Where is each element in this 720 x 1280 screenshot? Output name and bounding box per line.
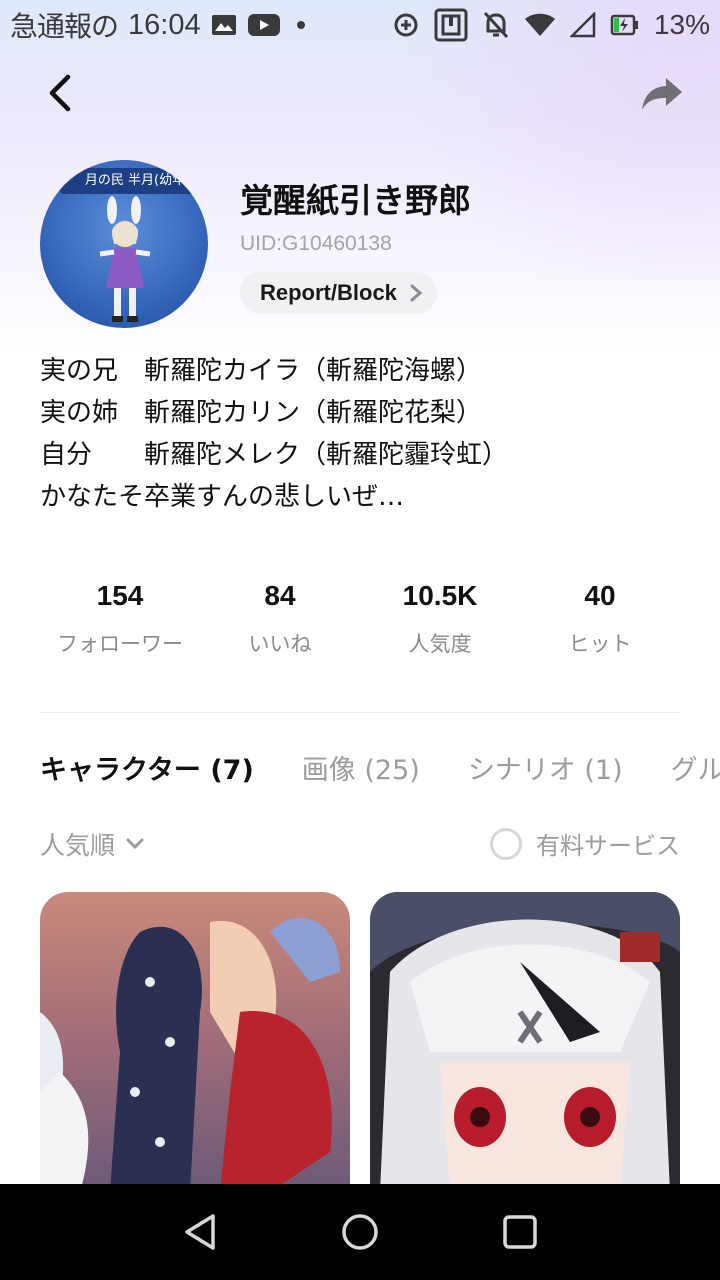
nfc-icon [434, 8, 468, 42]
status-notification-text: 急通報の [10, 10, 119, 43]
mute-bell-icon [482, 10, 510, 40]
data-saver-icon [392, 11, 420, 39]
gallery-icon [211, 14, 237, 36]
dot-icon [291, 15, 311, 35]
chevron-left-icon [49, 74, 71, 112]
status-time: 16:04 [128, 8, 201, 41]
wifi-icon [524, 12, 556, 38]
stat-followers[interactable]: 154 フォローワー [40, 574, 200, 658]
profile-stats: 154 フォローワー 84 いいね 10.5K 人気度 40 ヒット [40, 574, 680, 658]
profile-username: 覚醒紙引き野郎 [240, 181, 471, 220]
nav-back-button[interactable] [170, 1202, 230, 1262]
stat-label: フォローワー [57, 632, 183, 656]
character-card-image [370, 892, 680, 1192]
youtube-icon [247, 13, 281, 37]
system-navigation-bar [0, 1184, 720, 1280]
character-card[interactable] [370, 892, 680, 1192]
stat-value: 40 [584, 580, 616, 611]
paid-service-filter[interactable]: 有料サービス [490, 826, 680, 861]
square-recents-icon [503, 1215, 537, 1249]
sort-dropdown[interactable]: 人気順 [40, 826, 145, 862]
stat-label: 人気度 [408, 632, 472, 656]
report-block-label: Report/Block [260, 280, 397, 305]
triangle-back-icon [185, 1214, 215, 1250]
avatar[interactable]: 月の民 半月(幼年 [40, 160, 208, 328]
tab-characters[interactable]: キャラクター (7) [40, 748, 254, 798]
tab-scenarios[interactable]: シナリオ (1) [468, 748, 623, 798]
battery-percent: 13% [653, 9, 710, 40]
stat-hits: 40 ヒット [520, 574, 680, 658]
stat-label: いいね [248, 632, 312, 656]
battery-charging-icon [610, 12, 640, 38]
content-tabs: キャラクター (7) 画像 (25) シナリオ (1) グル [40, 748, 720, 798]
radio-unchecked-icon[interactable] [490, 827, 522, 860]
avatar-banner-text: 月の民 半月(幼年 [60, 168, 208, 194]
sort-label: 人気順 [40, 831, 116, 860]
report-block-button[interactable]: Report/Block [240, 272, 437, 314]
character-card-image [40, 892, 350, 1192]
chevron-right-icon [410, 284, 423, 302]
bio-line: かなたそ卒業すんの悲しいぜ… [40, 482, 405, 512]
share-button[interactable] [634, 70, 690, 118]
stat-value: 154 [96, 580, 144, 611]
tab-groups[interactable]: グル [671, 748, 720, 798]
stat-value: 84 [264, 580, 296, 611]
share-arrow-icon [642, 78, 682, 110]
profile-uid: UID:G10460138 [240, 232, 392, 255]
character-card[interactable] [40, 892, 350, 1192]
section-divider [40, 712, 680, 713]
chevron-down-icon [126, 838, 144, 850]
circle-home-icon [342, 1214, 378, 1250]
stat-likes[interactable]: 84 いいね [200, 574, 360, 658]
stat-popularity: 10.5K 人気度 [360, 574, 520, 658]
status-bar: 急通報の 16:04 13% [0, 0, 720, 50]
bio-line: 自分 斬羅陀メレク（斬羅陀霾玲虹） [40, 440, 509, 470]
nav-recents-button[interactable] [490, 1202, 550, 1262]
bio-line: 実の姉 斬羅陀カリン（斬羅陀花梨） [40, 398, 483, 428]
nav-home-button[interactable] [330, 1202, 390, 1262]
stat-value: 10.5K [402, 580, 478, 611]
avatar-character-image [99, 196, 151, 322]
signal-icon [569, 12, 596, 38]
stat-label: ヒット [568, 632, 632, 656]
paid-service-label: 有料サービス [536, 832, 680, 860]
profile-bio: 実の兄 斬羅陀カイラ（斬羅陀海螺） 実の姉 斬羅陀カリン（斬羅陀花梨） 自分 斬… [40, 350, 690, 518]
bio-line: 実の兄 斬羅陀カイラ（斬羅陀海螺） [40, 356, 483, 386]
back-button[interactable] [38, 68, 82, 118]
tab-images[interactable]: 画像 (25) [302, 748, 420, 798]
